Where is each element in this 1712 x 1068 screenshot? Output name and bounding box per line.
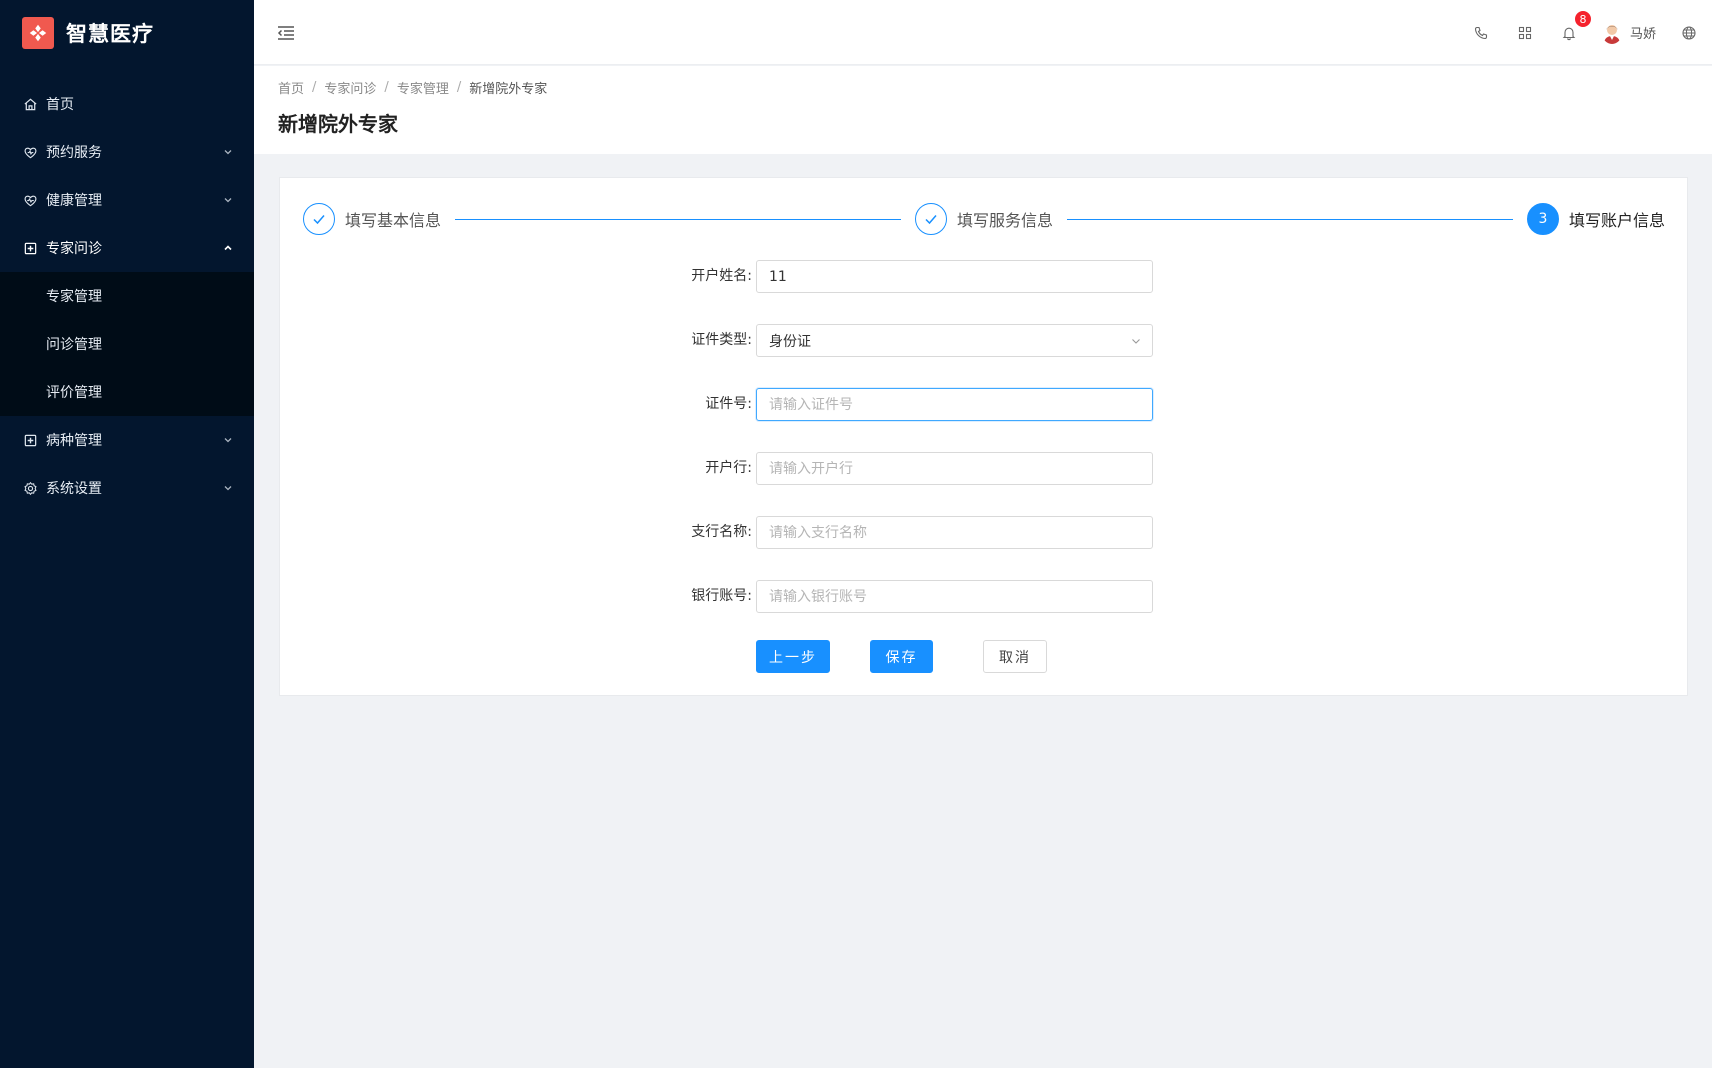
breadcrumb-current: 新增院外专家 — [469, 82, 548, 97]
field-label: 证件号: — [705, 396, 752, 412]
chevron-down-icon — [222, 482, 234, 494]
chevron-down-icon — [222, 194, 234, 206]
step-title: 填写服务信息 — [957, 211, 1054, 230]
bank-field[interactable] — [756, 452, 1153, 485]
sidebar-item-appointment[interactable]: 预约服务 — [0, 128, 254, 176]
heart-icon — [22, 144, 38, 160]
id-number-input[interactable] — [769, 396, 1140, 413]
globe-icon[interactable] — [1678, 22, 1700, 44]
header-actions: 8 马娇 — [1448, 0, 1700, 65]
field-label: 开户行: — [705, 460, 752, 476]
avatar — [1602, 22, 1622, 44]
id-type-select[interactable]: 身份证 — [756, 324, 1153, 357]
step-account-info[interactable]: 3 填写账户信息 — [1527, 202, 1665, 236]
chevron-down-icon — [222, 146, 234, 158]
breadcrumb-separator: / — [456, 80, 462, 95]
branch-field[interactable] — [756, 516, 1153, 549]
sidebar-item-disease-management[interactable]: 病种管理 — [0, 416, 254, 464]
page-header: 首页 / 专家问诊 / 专家管理 / 新增院外专家 新增院外专家 — [254, 66, 1712, 154]
save-button[interactable]: 保存 — [870, 640, 933, 673]
sidebar-item-expert-consultation[interactable]: 专家问诊 — [0, 224, 254, 272]
phone-icon[interactable] — [1470, 22, 1492, 44]
form-card: 填写基本信息 填写服务信息 3 填写账户信息 开户姓名: 11 证件类型: 身份… — [279, 177, 1688, 696]
sidebar-item-consultation-management[interactable]: 问诊管理 — [0, 320, 254, 368]
sidebar-item-label: 系统设置 — [46, 481, 102, 497]
bell-icon[interactable]: 8 — [1558, 9, 1592, 44]
bank-account-input[interactable] — [769, 588, 1140, 605]
sidebar-item-system-settings[interactable]: 系统设置 — [0, 464, 254, 512]
top-header: 8 马娇 — [254, 0, 1712, 65]
home-icon — [22, 96, 38, 112]
sidebar-item-label: 评价管理 — [46, 385, 102, 401]
medical-kit-icon — [22, 432, 38, 448]
heart-pulse-icon — [22, 192, 38, 208]
logo-icon — [22, 17, 54, 49]
app-name: 智慧医疗 — [66, 22, 154, 46]
form-row-account-name: 开户姓名: 11 — [280, 260, 1687, 293]
user-menu[interactable]: 马娇 — [1602, 22, 1656, 44]
step-number: 3 — [1527, 203, 1559, 235]
field-label: 开户姓名: — [691, 268, 752, 284]
check-icon — [915, 203, 947, 235]
step-title: 填写基本信息 — [345, 211, 442, 230]
bank-input[interactable] — [769, 460, 1140, 477]
sidebar-nav: 首页 预约服务 健康管理 专家问诊 专家管理 问诊管理 评价管理 病种管理 系统… — [0, 80, 254, 512]
sidebar-item-home[interactable]: 首页 — [0, 80, 254, 128]
bank-account-field[interactable] — [756, 580, 1153, 613]
step-basic-info[interactable]: 填写基本信息 — [303, 202, 441, 236]
menu-fold-icon[interactable] — [276, 23, 296, 43]
breadcrumb-separator: / — [312, 80, 317, 95]
form-row-id-number: 证件号: — [280, 388, 1687, 421]
breadcrumb-expert-consultation[interactable]: 专家问诊 — [324, 78, 376, 97]
steps: 填写基本信息 填写服务信息 3 填写账户信息 — [303, 202, 1665, 236]
medical-kit-icon — [22, 240, 38, 256]
chevron-up-icon — [222, 242, 234, 254]
chevron-down-icon — [222, 434, 234, 446]
notification-badge: 8 — [1573, 9, 1592, 28]
step-connector — [455, 219, 901, 220]
page-title: 新增院外专家 — [278, 112, 398, 136]
sidebar-item-label: 专家管理 — [46, 289, 102, 305]
step-connector — [1067, 219, 1513, 220]
form-row-id-type: 证件类型: 身份证 — [280, 324, 1687, 357]
check-icon — [303, 203, 335, 235]
sidebar-item-review-management[interactable]: 评价管理 — [0, 368, 254, 416]
sidebar-item-label: 病种管理 — [46, 433, 102, 449]
settings-icon — [22, 480, 38, 496]
field-value: 身份证 — [769, 333, 811, 350]
breadcrumb-home[interactable]: 首页 — [278, 78, 304, 97]
step-title: 填写账户信息 — [1569, 211, 1666, 230]
user-name: 马娇 — [1629, 27, 1656, 42]
prev-step-button[interactable]: 上一步 — [756, 640, 830, 673]
form-actions: 上一步 保存 取消 — [280, 640, 1687, 673]
cancel-button[interactable]: 取消 — [983, 640, 1047, 673]
breadcrumb-separator: / — [384, 80, 389, 95]
breadcrumb: 首页 / 专家问诊 / 专家管理 / 新增院外专家 — [278, 78, 547, 97]
account-name-input[interactable]: 11 — [756, 260, 1153, 293]
field-label: 证件类型: — [691, 332, 752, 348]
form-row-bank-account: 银行账号: — [280, 580, 1687, 613]
sidebar: 智慧医疗 首页 预约服务 健康管理 专家问诊 专家管理 问诊管理 评价管理 病种… — [0, 0, 254, 1068]
field-value: 11 — [769, 268, 787, 285]
step-service-info[interactable]: 填写服务信息 — [915, 202, 1053, 236]
apps-grid-icon[interactable] — [1514, 22, 1536, 44]
sidebar-item-label: 健康管理 — [46, 193, 102, 209]
sidebar-item-expert-management[interactable]: 专家管理 — [0, 272, 254, 320]
app-logo[interactable]: 智慧医疗 — [0, 0, 254, 66]
form-row-bank: 开户行: — [280, 452, 1687, 485]
sidebar-item-health[interactable]: 健康管理 — [0, 176, 254, 224]
form-row-branch: 支行名称: — [280, 516, 1687, 549]
branch-input[interactable] — [769, 524, 1140, 541]
sidebar-item-label: 首页 — [46, 97, 74, 113]
chevron-down-icon — [1130, 335, 1142, 347]
submenu-expert-consultation: 专家管理 问诊管理 评价管理 — [0, 272, 254, 416]
id-number-field[interactable] — [756, 388, 1153, 421]
field-label: 银行账号: — [691, 588, 752, 604]
sidebar-item-label: 专家问诊 — [46, 241, 102, 257]
field-label: 支行名称: — [691, 524, 752, 540]
breadcrumb-expert-management[interactable]: 专家管理 — [397, 78, 449, 97]
sidebar-item-label: 预约服务 — [46, 145, 102, 161]
sidebar-item-label: 问诊管理 — [46, 337, 102, 353]
